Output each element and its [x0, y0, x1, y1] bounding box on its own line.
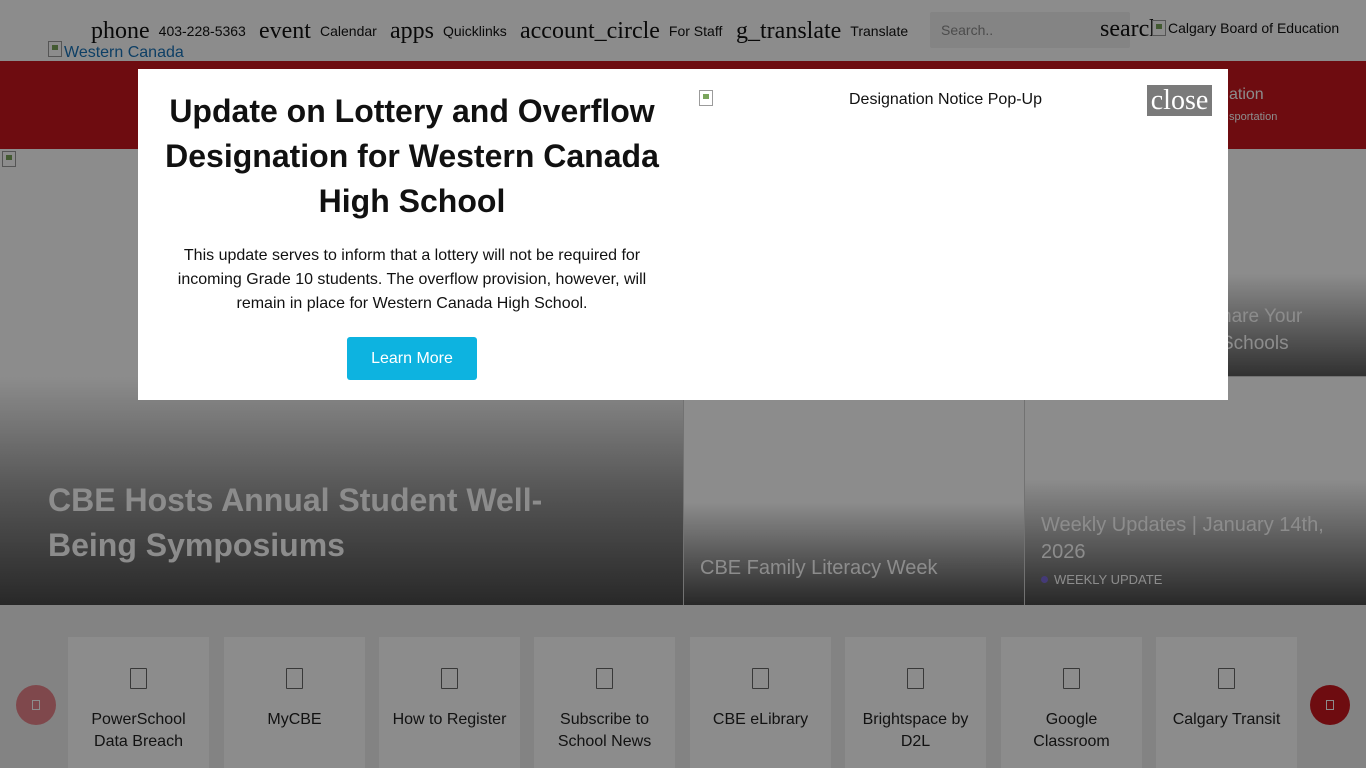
designation-notice-image-alt: Designation Notice Pop-Up — [849, 91, 1042, 108]
broken-image-icon — [699, 90, 713, 106]
modal-close-button[interactable]: close — [1147, 85, 1212, 116]
modal-body-text: This update serves to inform that a lott… — [177, 247, 647, 312]
modal-title: Update on Lottery and Overflow Designati… — [165, 93, 659, 219]
designation-notice-modal: Update on Lottery and Overflow Designati… — [138, 69, 1228, 400]
learn-more-button[interactable]: Learn More — [347, 337, 477, 380]
designation-notice-image: Designation Notice Pop-Up — [699, 90, 1042, 109]
